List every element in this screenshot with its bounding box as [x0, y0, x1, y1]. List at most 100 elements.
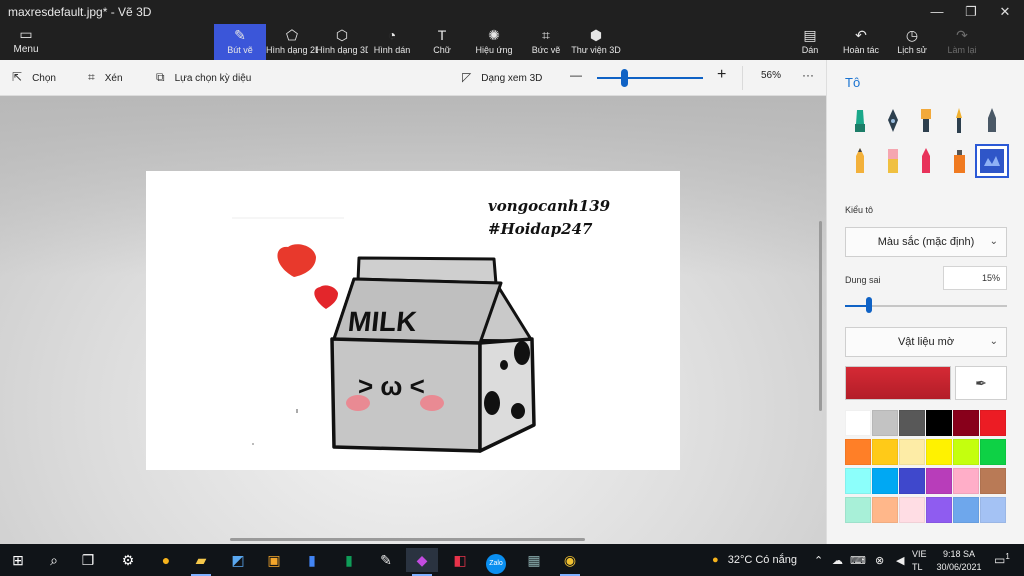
language-line1: VIE: [912, 549, 927, 559]
canvas-icon: ⌗: [542, 27, 550, 43]
maximize-button[interactable]: ❐: [954, 0, 988, 24]
google-sheets-icon[interactable]: ▮: [333, 548, 365, 572]
calculator-icon[interactable]: ▦: [518, 548, 550, 572]
paint-icon[interactable]: ✎: [370, 548, 402, 572]
color-swatch[interactable]: [980, 468, 1006, 494]
search-icon[interactable]: ⌕: [38, 548, 70, 572]
chevron-up-icon[interactable]: ⌃: [814, 554, 823, 567]
color-swatch[interactable]: [926, 410, 952, 436]
eraser-icon[interactable]: [878, 146, 908, 176]
crop-tool[interactable]: ⌗ Xén: [88, 70, 123, 85]
tab-stickers[interactable]: ◔ Hình dán: [366, 24, 418, 60]
fill-icon[interactable]: [975, 144, 1009, 178]
eyedropper-button[interactable]: ✒: [955, 366, 1007, 400]
network-icon[interactable]: ☁: [832, 554, 843, 567]
watercolor-icon[interactable]: [944, 106, 974, 136]
color-swatch[interactable]: [980, 497, 1006, 523]
clock[interactable]: 9:18 SA 30/06/2021: [936, 549, 982, 572]
oil-brush-icon[interactable]: [911, 106, 941, 136]
undo-button[interactable]: ↶ Hoàn tác: [835, 24, 887, 60]
history-button[interactable]: ◷ Lịch sử: [886, 24, 938, 60]
language-indicator[interactable]: VIE TL: [912, 549, 927, 572]
color-swatch[interactable]: [845, 410, 871, 436]
tab-canvas[interactable]: ⌗ Bức vẽ: [520, 24, 572, 60]
tab-brushes[interactable]: ✎ Bút vẽ: [214, 24, 266, 60]
color-swatch[interactable]: [872, 497, 898, 523]
mute-icon[interactable]: ⊗: [875, 554, 884, 567]
zoom-out-button[interactable]: —: [570, 68, 582, 82]
select-tool[interactable]: ⇱ Chọn: [12, 70, 56, 84]
redo-button[interactable]: ↷ Làm lại: [936, 24, 988, 60]
google-docs-icon[interactable]: ▮: [296, 548, 328, 572]
material-dropdown[interactable]: Vật liệu mờ ⌄: [845, 327, 1007, 357]
heart-large: [277, 244, 316, 277]
pencil-icon[interactable]: [845, 146, 875, 176]
tab-effects[interactable]: ✺ Hiệu ứng: [468, 24, 520, 60]
app-red-icon[interactable]: ◧: [444, 548, 476, 572]
tab-3d-library[interactable]: ⬢ Thư viện 3D: [570, 24, 622, 60]
zoom-slider-thumb[interactable]: [620, 69, 628, 87]
zoom-in-button[interactable]: +: [717, 66, 726, 84]
horizontal-scrollbar[interactable]: [230, 538, 585, 541]
minimize-button[interactable]: —: [920, 0, 954, 24]
color-swatch[interactable]: [899, 497, 925, 523]
color-swatch[interactable]: [926, 468, 952, 494]
photos-icon[interactable]: ▣: [258, 548, 290, 572]
color-swatch[interactable]: [980, 410, 1006, 436]
calligraphy-pen-icon[interactable]: [878, 106, 908, 136]
tolerance-slider-thumb[interactable]: [866, 297, 873, 313]
windows-start-icon[interactable]: ⊞: [2, 548, 34, 572]
color-swatch[interactable]: [845, 468, 871, 494]
paste-button[interactable]: ▤ Dán: [784, 24, 836, 60]
keyboard-icon[interactable]: ⌨: [850, 554, 866, 567]
zoom-slider-track[interactable]: [597, 77, 703, 79]
drawing-canvas[interactable]: MILK > ω < vongocanh139 #Hoidap247: [146, 171, 680, 470]
view-3d-toggle[interactable]: ◸ Dạng xem 3D: [462, 70, 542, 84]
color-swatch[interactable]: [845, 497, 871, 523]
magic-select-tool[interactable]: ⧉ Lựa chọn kỳ diệu: [156, 70, 251, 85]
tab-3d-shapes[interactable]: ⬡ Hình dạng 3D: [316, 24, 368, 60]
color-swatch[interactable]: [926, 439, 952, 465]
zoom-level[interactable]: 56%: [761, 70, 781, 81]
color-swatch[interactable]: [953, 468, 979, 494]
paint-3d-icon[interactable]: ◆: [406, 548, 438, 576]
menu-button[interactable]: ▭ Menu: [8, 26, 44, 58]
close-button[interactable]: ✕: [988, 0, 1022, 24]
color-swatch[interactable]: [980, 439, 1006, 465]
heart-small: [314, 285, 338, 309]
language-line2: TL: [912, 562, 923, 572]
vertical-scrollbar[interactable]: [819, 221, 822, 411]
color-swatch[interactable]: [899, 439, 925, 465]
tab-2d-shapes[interactable]: ⬠ Hình dạng 2D: [266, 24, 318, 60]
tab-text[interactable]: T Chữ: [416, 24, 468, 60]
color-swatch[interactable]: [845, 439, 871, 465]
color-swatch[interactable]: [899, 468, 925, 494]
spray-can-icon[interactable]: [944, 146, 974, 176]
marker-icon[interactable]: [845, 106, 875, 136]
fill-style-label: Kiểu tô: [845, 205, 874, 215]
chrome-icon[interactable]: ◉: [554, 548, 586, 576]
crayon-icon[interactable]: [911, 146, 941, 176]
notifications-button[interactable]: ▭1: [994, 552, 1010, 567]
file-explorer-icon[interactable]: ▰: [185, 548, 217, 576]
color-swatch[interactable]: [872, 410, 898, 436]
color-swatch[interactable]: [899, 410, 925, 436]
sticky-notes-icon[interactable]: ◩: [222, 548, 254, 572]
settings-icon[interactable]: ⚙: [112, 548, 144, 572]
color-swatch[interactable]: [926, 497, 952, 523]
zalo-icon[interactable]: Zalo: [480, 548, 512, 574]
color-swatch[interactable]: [872, 439, 898, 465]
color-swatch[interactable]: [953, 439, 979, 465]
color-swatch[interactable]: [872, 468, 898, 494]
color-swatch[interactable]: [953, 497, 979, 523]
color-swatch[interactable]: [953, 410, 979, 436]
volume-icon[interactable]: ◀: [896, 554, 904, 567]
task-view-icon[interactable]: ❐: [72, 548, 104, 572]
tolerance-input[interactable]: 15%: [943, 266, 1007, 290]
more-options-button[interactable]: ···: [802, 68, 814, 82]
fill-style-dropdown[interactable]: Màu sắc (mặc định) ⌄: [845, 227, 1007, 257]
current-color-swatch[interactable]: [845, 366, 951, 400]
weather-app-icon[interactable]: ●: [150, 548, 182, 572]
weather-widget[interactable]: ● 32°C Có nắng: [712, 554, 797, 566]
pixel-pen-icon[interactable]: [977, 106, 1007, 136]
